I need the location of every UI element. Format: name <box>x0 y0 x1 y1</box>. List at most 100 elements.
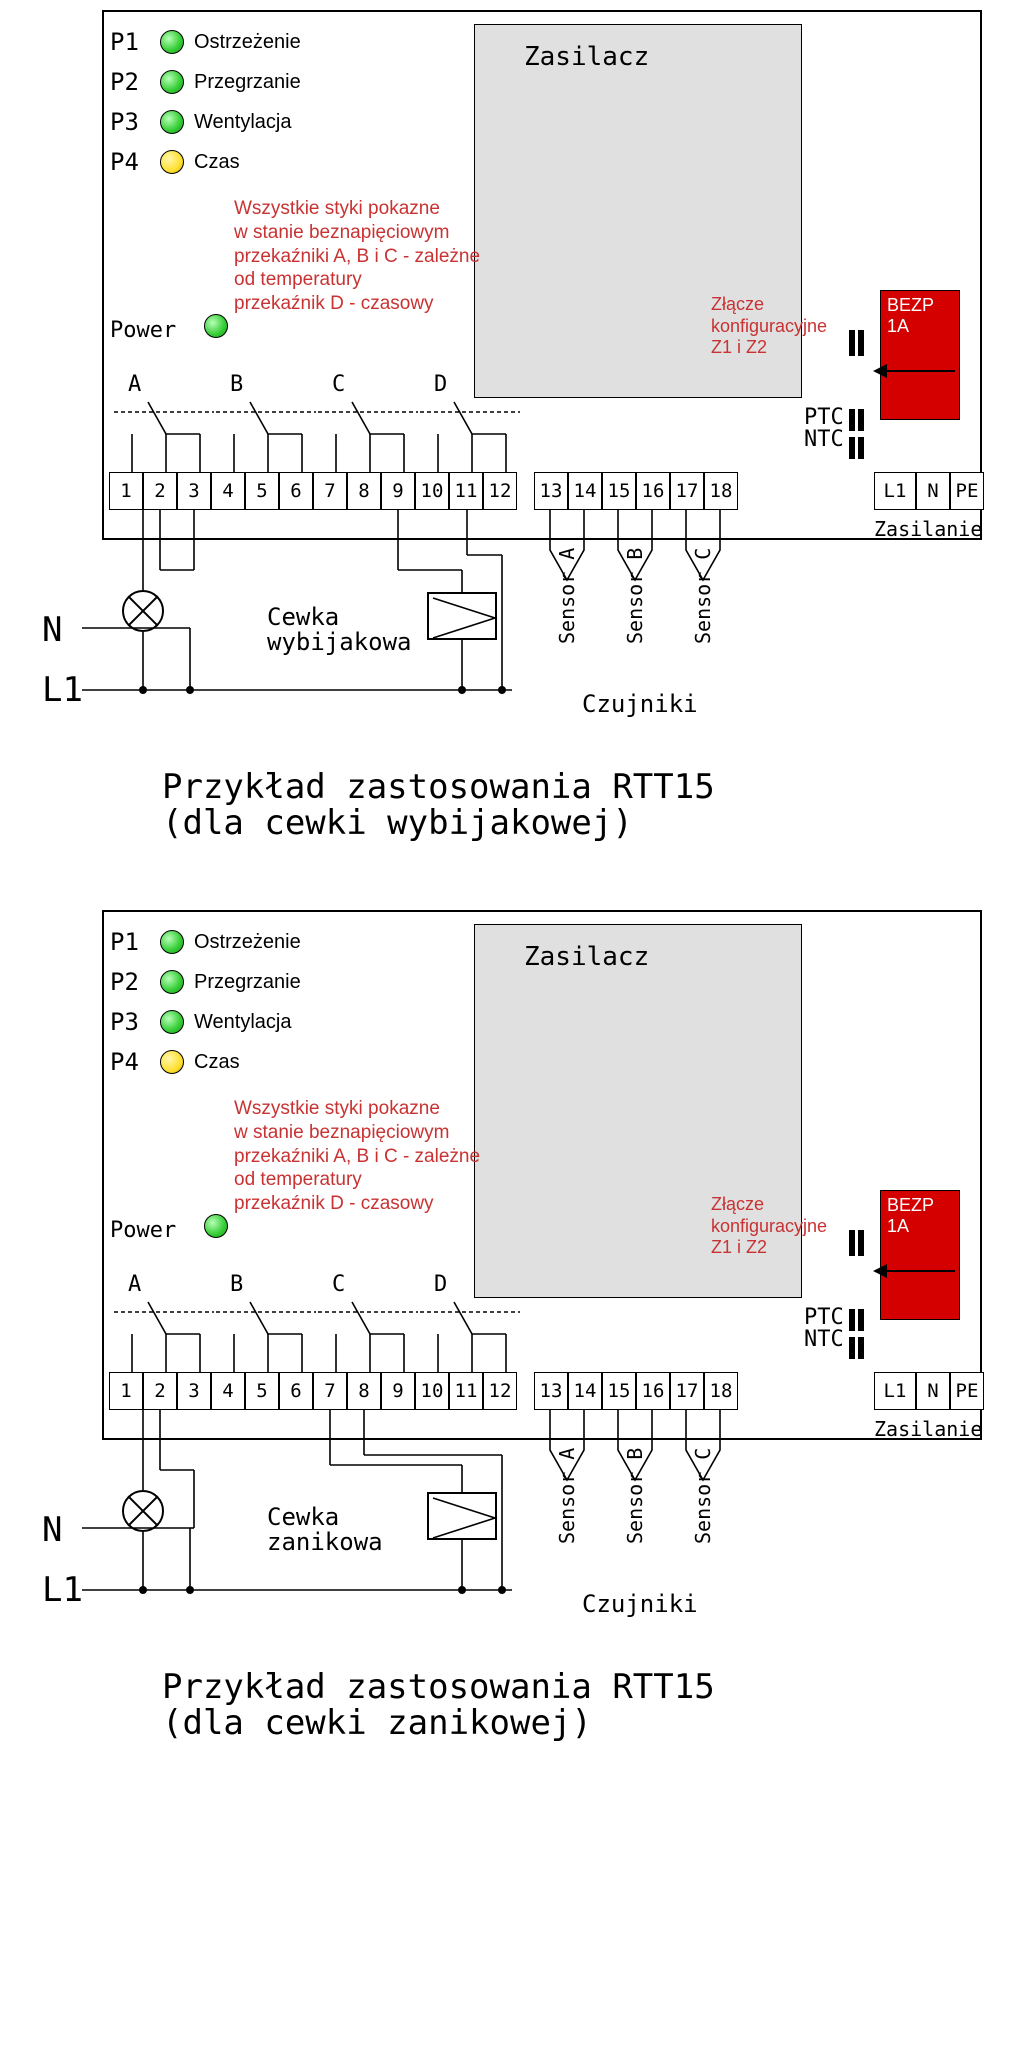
led-p3-icon <box>160 1010 184 1034</box>
ptc-ntc-label: PTCNTC <box>804 1307 844 1351</box>
fuse: BEZP 1A <box>880 290 960 420</box>
terminal: 17 <box>670 1372 704 1410</box>
relay-c: C <box>318 1262 418 1372</box>
led-p2-label: Przegrzanie <box>194 971 301 994</box>
power-supply-label: Zasilacz <box>524 942 649 972</box>
terminal: L1 <box>874 1372 916 1410</box>
terminal: 9 <box>381 1372 415 1410</box>
terminal: 14 <box>568 1372 602 1410</box>
led-p1-icon <box>160 930 184 954</box>
fuse-line1: BEZP <box>887 1195 953 1216</box>
terminal: 8 <box>347 1372 381 1410</box>
sensor-b-label: Sensor B <box>620 548 650 678</box>
sensors-label: Czujniki <box>582 1590 698 1618</box>
coil-label: Cewka wybijakowa <box>267 605 412 655</box>
terminals-left: 1 2 3 4 5 6 7 8 9 10 11 12 <box>109 1372 517 1410</box>
terminal: PE <box>950 472 984 510</box>
relay-a: A <box>114 362 214 472</box>
led-p1-label: Ostrzeżenie <box>194 31 301 54</box>
power-led-icon <box>204 1214 228 1238</box>
led-id: P4 <box>110 148 150 176</box>
led-p3-label: Wentylacja <box>194 1011 291 1034</box>
terminals-right: L1 N PE <box>874 1372 984 1410</box>
info-text: Wszystkie styki pokazne w stanie beznapi… <box>234 1097 514 1216</box>
terminal: 3 <box>177 1372 211 1410</box>
led-p3-icon <box>160 110 184 134</box>
device-box: Zasilacz P1 Ostrzeżenie P2 Przegrzanie P… <box>102 910 982 1440</box>
led-p3-label: Wentylacja <box>194 111 291 134</box>
led-p2-icon <box>160 970 184 994</box>
terminal: 1 <box>109 472 143 510</box>
led-id: P3 <box>110 1008 150 1036</box>
led-id: P3 <box>110 108 150 136</box>
sensor-c-label: Sensor C <box>688 548 718 678</box>
sensor-a-label: Sensor A <box>552 1448 582 1578</box>
terminals-mid: 13 14 15 16 17 18 <box>534 1372 738 1410</box>
lamp-icon <box>122 1490 164 1532</box>
terminal: 7 <box>313 1372 347 1410</box>
led-row-p2: P2 Przegrzanie <box>110 968 301 996</box>
fuse: BEZP 1A <box>880 1190 960 1320</box>
terminal: 3 <box>177 472 211 510</box>
terminal: 12 <box>483 472 517 510</box>
terminal: 8 <box>347 472 381 510</box>
config-dip-icon <box>849 1230 865 1256</box>
led-row-p3: P3 Wentylacja <box>110 108 291 136</box>
led-p1-icon <box>160 30 184 54</box>
lamp-icon <box>122 590 164 632</box>
terminal: 11 <box>449 1372 483 1410</box>
terminal: 6 <box>279 472 313 510</box>
config-label: Złącze konfiguracyjne Z1 i Z2 <box>711 1194 841 1259</box>
ptc-dip-icon <box>849 1309 865 1331</box>
led-row-p4: P4 Czas <box>110 148 240 176</box>
terminal: 10 <box>415 472 449 510</box>
config-label: Złącze konfiguracyjne Z1 i Z2 <box>711 294 841 359</box>
terminal: 13 <box>534 1372 568 1410</box>
terminal: 18 <box>704 472 738 510</box>
led-row-p1: P1 Ostrzeżenie <box>110 928 301 956</box>
power-label: Power <box>110 318 176 343</box>
info-text: Wszystkie styki pokazne w stanie beznapi… <box>234 197 514 316</box>
l1-label: L1 <box>42 670 83 710</box>
terminal: 4 <box>211 1372 245 1410</box>
terminal: 13 <box>534 472 568 510</box>
led-id: P2 <box>110 968 150 996</box>
sensors-label: Czujniki <box>582 690 698 718</box>
led-p4-label: Czas <box>194 151 240 174</box>
led-row-p1: P1 Ostrzeżenie <box>110 28 301 56</box>
terminal: N <box>916 472 950 510</box>
trip-coil-icon <box>427 592 497 640</box>
fuse-line2: 1A <box>887 1216 953 1237</box>
supply-label: Zasilanie <box>874 517 982 541</box>
terminal: 16 <box>636 472 670 510</box>
trip-coil-icon <box>427 1492 497 1540</box>
diagram-title: Przykład zastosowania RTT15 (dla cewki w… <box>162 770 942 841</box>
terminal: 6 <box>279 1372 313 1410</box>
led-id: P1 <box>110 928 150 956</box>
terminal: 1 <box>109 1372 143 1410</box>
terminal: 4 <box>211 472 245 510</box>
led-p4-label: Czas <box>194 1051 240 1074</box>
terminal: 7 <box>313 472 347 510</box>
led-p1-label: Ostrzeżenie <box>194 931 301 954</box>
terminal: 15 <box>602 472 636 510</box>
terminal: 2 <box>143 472 177 510</box>
terminal: 2 <box>143 1372 177 1410</box>
ptc-dip-icon <box>849 409 865 431</box>
terminals-left: 1 2 3 4 5 6 7 8 9 10 11 12 <box>109 472 517 510</box>
device-box: Zasilacz P1 Ostrzeżenie P2 Przegrzanie P… <box>102 10 982 540</box>
terminal: 11 <box>449 472 483 510</box>
terminal: 12 <box>483 1372 517 1410</box>
terminals-right: L1 N PE <box>874 472 984 510</box>
schematic-2: Zasilacz P1 Ostrzeżenie P2 Przegrzanie P… <box>42 910 982 1790</box>
power-supply-label: Zasilacz <box>524 42 649 72</box>
terminal: L1 <box>874 472 916 510</box>
coil-label: Cewka zanikowa <box>267 1505 383 1555</box>
terminal: 5 <box>245 472 279 510</box>
terminal: PE <box>950 1372 984 1410</box>
power-led-icon <box>204 314 228 338</box>
relay-c: C <box>318 362 418 472</box>
relay-b: B <box>216 1262 316 1372</box>
terminal: 10 <box>415 1372 449 1410</box>
relay-d: D <box>420 362 520 472</box>
